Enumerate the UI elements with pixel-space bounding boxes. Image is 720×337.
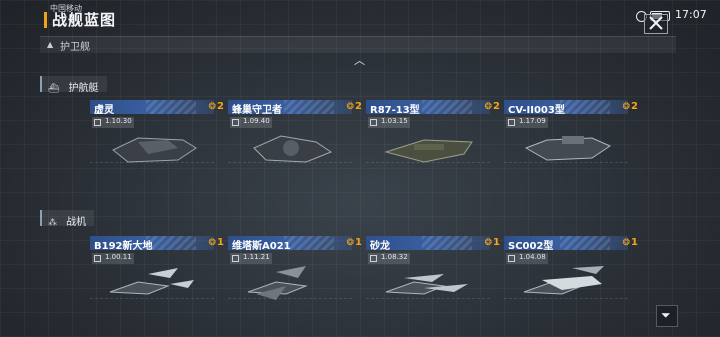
blueprint-card[interactable]: 虚灵 ❂2 1.10.30: [90, 100, 224, 200]
page-title: 战舰蓝图: [52, 11, 117, 29]
ship-name: CV-II003型: [508, 105, 565, 116]
level-icon: ❂: [346, 238, 355, 248]
stat-icon: [232, 119, 239, 126]
level-badge: ❂2: [484, 101, 500, 112]
level-badge: ❂1: [484, 237, 500, 248]
stat-icon: [508, 255, 515, 262]
stat-icon: [370, 255, 377, 262]
stat-chip: 1.03.15: [368, 117, 410, 128]
chevron-up-icon[interactable]: ︿: [354, 52, 365, 68]
level-badge: ❂2: [346, 101, 362, 112]
ship-name: 砂龙: [370, 241, 390, 252]
stat-value: 1.00.11: [105, 253, 132, 261]
blueprint-card[interactable]: 维塔斯A021 ❂1 1.11.21: [228, 236, 362, 336]
stat-value: 1.09.40: [243, 117, 270, 125]
stat-chip: 1.04.08: [506, 253, 548, 264]
level-value: 2: [217, 101, 224, 112]
level-icon: ❂: [346, 102, 355, 112]
stat-chip: 1.11.21: [230, 253, 272, 264]
stat-chip: 1.00.11: [92, 253, 134, 264]
level-badge: ❂1: [208, 237, 224, 248]
stat-icon: [94, 119, 101, 126]
blueprint-card[interactable]: CV-II003型 ❂2 1.17.09: [504, 100, 638, 200]
blueprint-card[interactable]: SC002型 ❂1 1.04.08: [504, 236, 638, 336]
schematic-backdrop: [90, 162, 214, 199]
schematic-backdrop: [504, 162, 628, 199]
level-value: 2: [355, 101, 362, 112]
ship-name: SC002型: [508, 241, 554, 252]
ship-name: 蜂巢守卫者: [232, 105, 282, 116]
category-fighter-label: 战机: [66, 217, 87, 228]
triangle-icon: ▲: [47, 40, 54, 49]
section-frigate-label: 护卫舰: [60, 42, 90, 53]
fighter-category-icon: ⁂: [48, 218, 57, 228]
level-badge: ❂2: [622, 101, 638, 112]
level-value: 1: [355, 237, 362, 248]
level-icon: ❂: [208, 238, 217, 248]
status-clock: 17:07: [675, 8, 707, 21]
filter-button[interactable]: ⏷: [656, 305, 678, 327]
stat-chip: 1.17.09: [506, 117, 548, 128]
ship-name: B192新大地: [94, 241, 153, 252]
level-value: 2: [493, 101, 500, 112]
escort-category-icon: ⛴: [48, 84, 60, 94]
stat-chip: 1.08.32: [368, 253, 410, 264]
top-bar: 中国移动 战舰蓝图 17:07: [0, 0, 720, 34]
stat-icon: [232, 255, 239, 262]
schematic-backdrop: [90, 298, 214, 335]
title-accent: [44, 12, 47, 28]
schematic-backdrop: [504, 298, 628, 335]
schematic-backdrop: [228, 162, 352, 199]
level-value: 1: [217, 237, 224, 248]
schematic-backdrop: [366, 162, 490, 199]
close-button[interactable]: [644, 14, 668, 34]
level-badge: ❂1: [622, 237, 638, 248]
level-value: 2: [631, 101, 638, 112]
close-icon: [649, 16, 663, 30]
stat-value: 1.10.30: [105, 117, 132, 125]
blueprint-card[interactable]: 蜂巢守卫者 ❂2 1.09.40: [228, 100, 362, 200]
stat-value: 1.11.21: [243, 253, 270, 261]
blueprint-card[interactable]: R87-13型 ❂2 1.03.15: [366, 100, 500, 200]
level-icon: ❂: [484, 102, 493, 112]
stat-icon: [94, 255, 101, 262]
schematic-backdrop: [228, 298, 352, 335]
level-value: 1: [493, 237, 500, 248]
ship-name: 维塔斯A021: [232, 241, 291, 252]
category-escort: ⛴ 护航艇: [40, 76, 107, 94]
stat-icon: [370, 119, 377, 126]
section-frigate[interactable]: ▲ 护卫舰: [40, 36, 676, 53]
category-escort-label: 护航艇: [68, 83, 99, 94]
stat-icon: [508, 119, 515, 126]
schematic-backdrop: [366, 298, 490, 335]
level-icon: ❂: [208, 102, 217, 112]
blueprint-card[interactable]: 砂龙 ❂1 1.08.32: [366, 236, 500, 336]
level-icon: ❂: [622, 238, 631, 248]
blueprint-card[interactable]: B192新大地 ❂1 1.00.11: [90, 236, 224, 336]
level-icon: ❂: [622, 102, 631, 112]
category-fighter: ⁂ 战机: [40, 210, 95, 228]
stat-value: 1.17.09: [519, 117, 546, 125]
level-value: 1: [631, 237, 638, 248]
ship-name: R87-13型: [370, 105, 420, 116]
level-icon: ❂: [484, 238, 493, 248]
ship-name: 虚灵: [94, 105, 114, 116]
stat-chip: 1.09.40: [230, 117, 272, 128]
level-badge: ❂1: [346, 237, 362, 248]
level-badge: ❂2: [208, 101, 224, 112]
stat-value: 1.03.15: [381, 117, 408, 125]
stat-chip: 1.10.30: [92, 117, 134, 128]
stat-value: 1.04.08: [519, 253, 546, 261]
filter-icon: ⏷: [661, 308, 671, 322]
stat-value: 1.08.32: [381, 253, 408, 261]
